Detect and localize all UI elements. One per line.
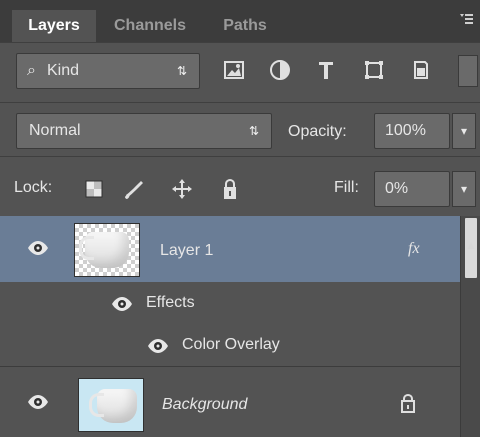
- visibility-eye-icon[interactable]: [26, 394, 50, 410]
- eye-icon: [148, 339, 168, 353]
- kind-filter-select[interactable]: ⌕ Kind ⇅: [16, 53, 200, 89]
- panel-tab-bar: Layers Channels Paths: [0, 0, 480, 42]
- eye-icon: [112, 297, 132, 311]
- lock-icon: [224, 178, 236, 199]
- tab-channels[interactable]: Channels: [100, 10, 200, 42]
- lock-fill-row: Lock: Fill: 0% ▾: [0, 156, 480, 217]
- lock-transparent-pixels-icon[interactable]: [80, 175, 108, 203]
- tab-layers-label: Layers: [28, 17, 80, 34]
- type-icon: [319, 62, 333, 79]
- kind-filter-label: Kind: [47, 62, 80, 79]
- filter-adjustment-layers-icon[interactable]: [266, 56, 294, 84]
- lock-position-icon[interactable]: [168, 175, 196, 203]
- layer-thumbnail[interactable]: [74, 223, 140, 277]
- layers-list: Layer 1 fx Effects Color Overlay Backgro…: [0, 216, 460, 437]
- opacity-value: 100%: [385, 122, 426, 139]
- eye-icon: [28, 241, 48, 255]
- color-overlay-visibility-eye-icon[interactable]: [146, 338, 170, 354]
- brush-icon: [125, 181, 143, 199]
- layer-row-layer-1[interactable]: Layer 1 fx: [0, 216, 460, 282]
- effects-label: Effects: [146, 294, 195, 311]
- blend-opacity-row: Normal ⇅ Opacity: 100% ▾: [0, 102, 480, 157]
- opacity-label: Opacity:: [288, 123, 347, 140]
- layers-scrollbar[interactable]: ▲: [460, 216, 480, 437]
- filter-pixel-layers-icon[interactable]: [220, 56, 248, 84]
- layers-panel: Layers Channels Paths ⌕ Kind ⇅ Normal ⇅ …: [0, 0, 480, 437]
- effects-row[interactable]: Effects: [0, 282, 460, 324]
- opacity-field[interactable]: 100%: [374, 113, 450, 149]
- lock-icon: [401, 393, 415, 413]
- scroll-up-arrow-icon[interactable]: ▲: [465, 238, 477, 252]
- panel-menu-icon[interactable]: [458, 11, 474, 27]
- background-thumbnail[interactable]: [78, 378, 144, 432]
- lock-label: Lock:: [14, 179, 53, 196]
- filter-smart-objects-icon[interactable]: [406, 56, 434, 84]
- checkerboard-icon: [85, 180, 103, 198]
- color-overlay-label: Color Overlay: [182, 336, 280, 353]
- effects-visibility-eye-icon[interactable]: [110, 296, 134, 312]
- layer-row-background[interactable]: Background: [0, 366, 460, 437]
- smart-object-icon: [414, 61, 428, 79]
- visibility-eye-icon[interactable]: [26, 240, 50, 256]
- filter-type-layers-icon[interactable]: [312, 56, 340, 84]
- move-icon: [172, 179, 192, 199]
- blend-mode-select[interactable]: Normal ⇅: [16, 113, 272, 149]
- shape-icon: [365, 61, 383, 79]
- opacity-dropdown-button[interactable]: ▾: [452, 113, 476, 149]
- fx-icon[interactable]: fx: [408, 240, 420, 258]
- chevron-down-icon: ▾: [460, 124, 468, 138]
- tab-channels-label: Channels: [113, 17, 186, 34]
- image-icon: [224, 61, 244, 79]
- color-overlay-row[interactable]: Color Overlay: [0, 324, 460, 366]
- stepper-icon: ⇅: [176, 64, 187, 78]
- panel-menu-icon-glyph: [460, 14, 473, 24]
- search-icon: ⌕: [27, 62, 36, 79]
- blend-mode-value: Normal: [29, 122, 81, 139]
- background-layer-name[interactable]: Background: [162, 396, 247, 414]
- filter-toggle[interactable]: [458, 55, 478, 87]
- filter-row: ⌕ Kind ⇅: [0, 42, 480, 97]
- lock-all-icon[interactable]: [216, 175, 244, 203]
- cup-handle-shape: [89, 393, 104, 417]
- filter-shape-layers-icon[interactable]: [360, 56, 388, 84]
- chevron-down-icon: ▾: [460, 182, 468, 196]
- cup-handle-shape: [79, 236, 94, 260]
- fill-label: Fill:: [334, 179, 359, 196]
- background-lock-icon[interactable]: [398, 392, 418, 414]
- fill-field[interactable]: 0%: [374, 171, 450, 207]
- lock-image-pixels-icon[interactable]: [120, 175, 148, 203]
- stepper-icon: ⇅: [248, 124, 259, 138]
- tab-paths[interactable]: Paths: [210, 10, 280, 42]
- eye-icon: [28, 395, 48, 409]
- tab-layers[interactable]: Layers: [12, 10, 96, 42]
- layer-name[interactable]: Layer 1: [160, 242, 213, 260]
- fill-dropdown-button[interactable]: ▾: [452, 171, 476, 207]
- tab-paths-label: Paths: [223, 17, 267, 34]
- fill-value: 0%: [385, 180, 409, 197]
- adjustment-icon: [270, 60, 290, 80]
